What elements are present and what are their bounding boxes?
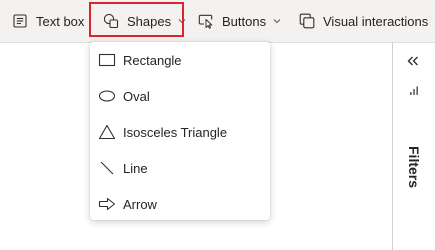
filter-bars-icon [409, 83, 419, 95]
menu-item-arrow[interactable]: Arrow [90, 186, 270, 222]
menu-item-label: Isosceles Triangle [123, 124, 228, 140]
text-box-label: Text box [36, 13, 85, 29]
rectangle-icon [98, 52, 116, 68]
shapes-dropdown-menu: Rectangle Oval Isosceles Triangle Line A… [90, 42, 270, 220]
oval-icon [98, 88, 116, 104]
filters-pane[interactable]: Filters [392, 43, 435, 250]
menu-item-oval[interactable]: Oval [90, 78, 270, 114]
menu-item-label: Line [123, 160, 148, 176]
chevron-down-icon [178, 18, 186, 24]
menu-item-label: Arrow [123, 196, 157, 212]
visual-interactions-label: Visual interactions [323, 13, 429, 29]
shapes-button[interactable]: Shapes [103, 0, 186, 42]
double-chevron-left-icon[interactable] [405, 53, 421, 69]
buttons-label: Buttons [222, 13, 267, 29]
triangle-icon [98, 124, 116, 140]
button-cursor-icon [198, 13, 214, 29]
text-box-icon [12, 13, 28, 29]
menu-item-isosceles-triangle[interactable]: Isosceles Triangle [90, 114, 270, 150]
menu-item-rectangle[interactable]: Rectangle [90, 42, 270, 78]
buttons-button[interactable]: Buttons [198, 0, 281, 42]
arrow-icon [98, 196, 116, 212]
line-icon [98, 160, 116, 176]
menu-item-label: Oval [123, 88, 150, 104]
report-page: Text box Shapes Buttons Visual interacti… [0, 0, 435, 250]
shapes-label: Shapes [127, 13, 172, 29]
visual-interactions-icon [299, 13, 315, 29]
menu-item-line[interactable]: Line [90, 150, 270, 186]
chevron-down-icon [273, 18, 281, 24]
visual-interactions-button[interactable]: Visual interactions [299, 0, 435, 42]
shapes-icon [103, 13, 119, 29]
menu-item-label: Rectangle [123, 52, 182, 68]
filters-pane-title[interactable]: Filters [406, 146, 422, 188]
insert-toolbar: Text box Shapes Buttons Visual interacti… [0, 0, 435, 43]
text-box-button[interactable]: Text box [12, 0, 84, 42]
